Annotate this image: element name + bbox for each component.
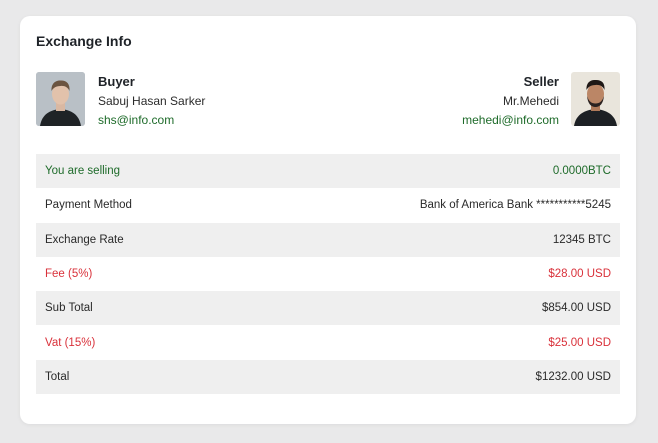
row-value: $28.00 USD — [548, 268, 611, 281]
row-label: Exchange Rate — [45, 233, 124, 246]
exchange-summary-table: You are selling 0.0000BTC Payment Method… — [36, 154, 620, 395]
row-value: Bank of America Bank ***********5245 — [419, 199, 611, 212]
row-payment-method: Payment Method Bank of America Bank ****… — [36, 188, 620, 222]
seller-email[interactable]: mehedi@info.com — [359, 112, 559, 129]
buyer-details: Buyer Sabuj Hasan Sarker shs@info.com — [98, 72, 298, 129]
row-fee: Fee (5%) $28.00 USD — [36, 257, 620, 291]
buyer-role-label: Buyer — [98, 74, 135, 89]
row-label: Sub Total — [45, 302, 93, 315]
seller-avatar — [571, 72, 620, 126]
row-value: $854.00 USD — [541, 302, 611, 315]
exchange-info-card: Exchange Info Buyer Sabuj Hasan Sarker s… — [20, 16, 636, 424]
row-label: You are selling — [45, 165, 121, 178]
row-value: $1232.00 USD — [535, 370, 611, 383]
row-sub-total: Sub Total $854.00 USD — [36, 291, 620, 326]
row-vat: Vat (15%) $25.00 USD — [36, 325, 620, 359]
row-label: Total — [45, 370, 70, 383]
seller-details: Seller Mr.Mehedi mehedi@info.com — [359, 72, 559, 129]
seller-role-label: Seller — [523, 74, 559, 89]
buyer-name: Sabuj Hasan Sarker — [98, 94, 206, 108]
seller-name: Mr.Mehedi — [502, 94, 559, 108]
row-you-are-selling: You are selling 0.0000BTC — [36, 154, 620, 189]
row-value: $25.00 USD — [548, 336, 611, 349]
row-label: Fee (5%) — [45, 268, 93, 281]
row-total: Total $1232.00 USD — [36, 359, 620, 395]
row-label: Payment Method — [45, 199, 132, 212]
row-value: 12345 BTC — [552, 233, 611, 246]
row-value: 0.0000BTC — [552, 165, 611, 178]
card-title: Exchange Info — [36, 33, 132, 49]
buyer-email[interactable]: shs@info.com — [98, 112, 298, 129]
buyer-avatar — [36, 72, 85, 126]
row-label: Vat (15%) — [45, 336, 96, 349]
row-exchange-rate: Exchange Rate 12345 BTC — [36, 222, 620, 257]
